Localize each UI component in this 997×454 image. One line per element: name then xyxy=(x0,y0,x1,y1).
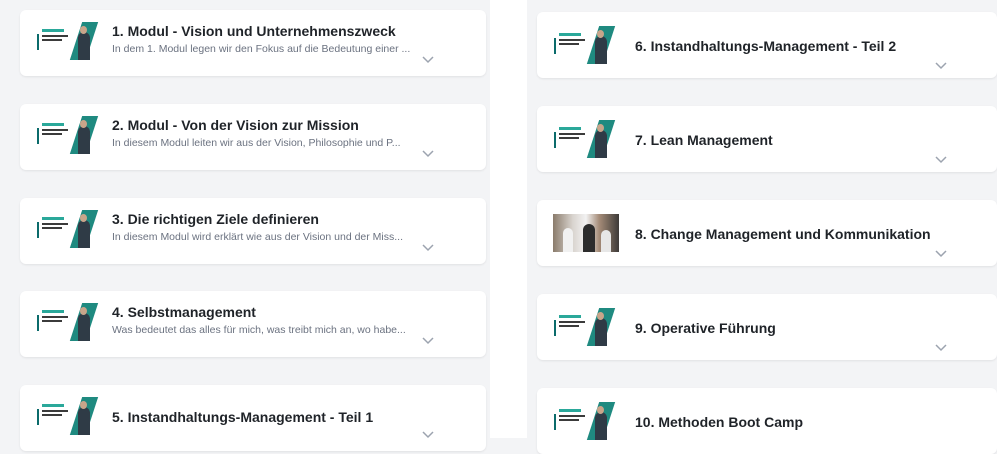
chevron-down-icon[interactable] xyxy=(935,344,947,352)
module-card-7[interactable]: 7. Lean Management xyxy=(537,106,997,172)
module-title: 1. Modul - Vision und Unternehmenszweck xyxy=(112,23,396,39)
module-list-right: 6. Instandhaltungs-Management - Teil 2 7… xyxy=(527,0,997,454)
module-card-3[interactable]: 3. Die richtigen Ziele definieren In die… xyxy=(20,198,486,264)
masterclass-thumbnail xyxy=(553,120,619,158)
module-title: 3. Die richtigen Ziele definieren xyxy=(112,211,319,227)
masterclass-thumbnail xyxy=(36,210,102,248)
masterclass-thumbnail xyxy=(36,303,102,341)
chevron-down-icon[interactable] xyxy=(422,244,434,252)
module-card-4[interactable]: 4. Selbstmanagement Was bedeutet das all… xyxy=(20,291,486,357)
chevron-down-icon[interactable] xyxy=(935,62,947,70)
module-card-1[interactable]: 1. Modul - Vision und Unternehmenszweck … xyxy=(20,10,486,76)
module-card-2[interactable]: 2. Modul - Von der Vision zur Mission In… xyxy=(20,104,486,170)
module-title: 2. Modul - Von der Vision zur Mission xyxy=(112,117,359,133)
module-card-5[interactable]: 5. Instandhaltungs-Management - Teil 1 xyxy=(20,385,486,451)
masterclass-thumbnail xyxy=(36,22,102,60)
module-description: In diesem Modul leiten wir aus der Visio… xyxy=(112,137,401,149)
module-card-10[interactable]: 10. Methoden Boot Camp xyxy=(537,388,997,454)
module-description: In dem 1. Modul legen wir den Fokus auf … xyxy=(112,43,411,55)
module-list-left: 1. Modul - Vision und Unternehmenszweck … xyxy=(0,0,490,451)
module-title: 6. Instandhaltungs-Management - Teil 2 xyxy=(635,38,897,54)
module-title: 10. Methoden Boot Camp xyxy=(635,414,804,430)
team-photo-thumbnail xyxy=(553,214,619,252)
column-divider xyxy=(490,0,527,438)
module-description: Was bedeutet das alles für mich, was tre… xyxy=(112,324,406,336)
module-card-6[interactable]: 6. Instandhaltungs-Management - Teil 2 xyxy=(537,12,997,78)
module-title: 4. Selbstmanagement xyxy=(112,304,256,320)
masterclass-thumbnail xyxy=(36,397,102,435)
module-description: In diesem Modul wird erklärt wie aus der… xyxy=(112,231,404,243)
module-card-8[interactable]: 8. Change Management und Kommunikation xyxy=(537,200,997,266)
masterclass-thumbnail xyxy=(553,308,619,346)
chevron-down-icon[interactable] xyxy=(935,250,947,258)
module-title: 9. Operative Führung xyxy=(635,320,776,336)
chevron-down-icon[interactable] xyxy=(422,56,434,64)
masterclass-thumbnail xyxy=(553,402,619,440)
chevron-down-icon[interactable] xyxy=(935,156,947,164)
chevron-down-icon[interactable] xyxy=(422,337,434,345)
module-card-9[interactable]: 9. Operative Führung xyxy=(537,294,997,360)
masterclass-thumbnail xyxy=(36,116,102,154)
module-title: 8. Change Management und Kommunikation xyxy=(635,226,931,242)
chevron-down-icon[interactable] xyxy=(422,150,434,158)
module-title: 5. Instandhaltungs-Management - Teil 1 xyxy=(112,409,374,425)
module-title: 7. Lean Management xyxy=(635,132,773,148)
masterclass-thumbnail xyxy=(553,26,619,64)
